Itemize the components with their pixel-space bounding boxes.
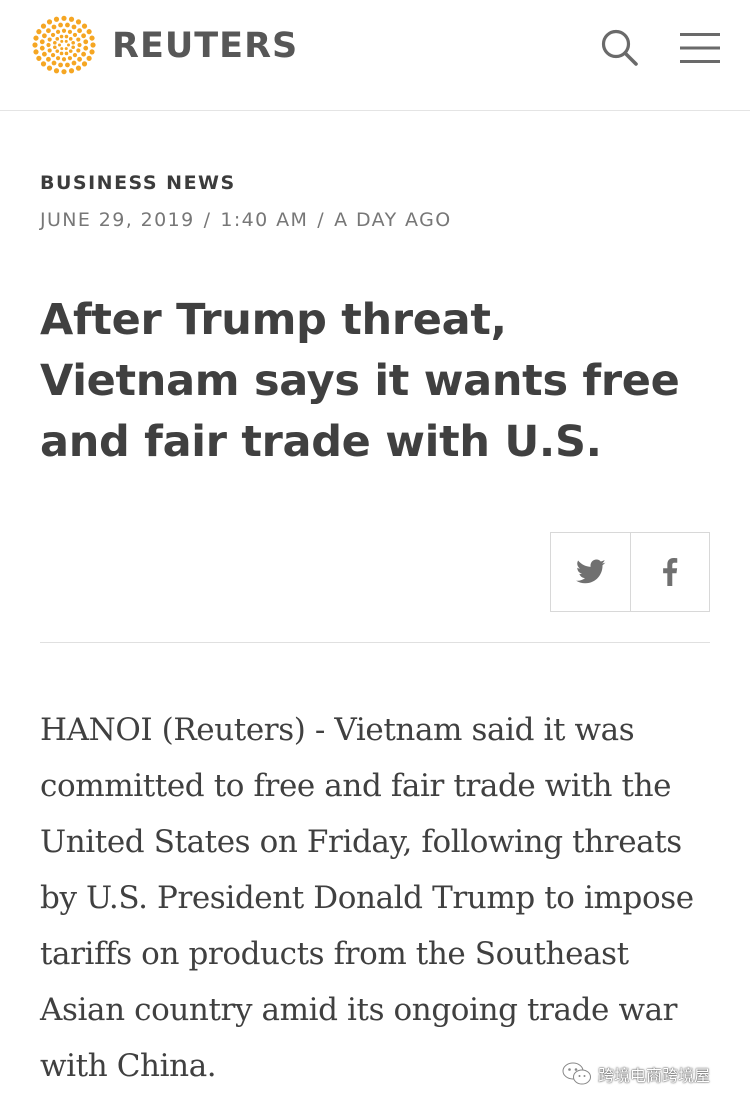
search-icon <box>601 29 638 66</box>
facebook-icon <box>663 558 678 586</box>
twitter-icon <box>575 559 605 584</box>
site-header: REUTERS <box>0 0 750 111</box>
reuters-dots-logo-icon <box>32 15 96 75</box>
section-label[interactable]: BUSINESS NEWS <box>40 172 236 194</box>
publish-time: 1:40 AM <box>220 209 309 231</box>
dateline-separator: / <box>203 209 212 231</box>
share-facebook-button[interactable] <box>630 533 709 611</box>
share-twitter-button[interactable] <box>551 533 630 611</box>
brand-name: REUTERS <box>112 26 299 66</box>
watermark-text: 跨境电商跨境屋 <box>598 1066 711 1085</box>
watermark: 跨境电商跨境屋 <box>562 1062 710 1086</box>
menu-button[interactable] <box>674 22 726 74</box>
content-divider <box>40 642 710 643</box>
reuters-logo[interactable]: REUTERS <box>28 13 298 77</box>
wechat-icon <box>562 1062 591 1085</box>
article-dateline: JUNE 29, 2019 / 1:40 AM / A DAY AGO <box>40 209 452 231</box>
search-button[interactable] <box>594 22 646 74</box>
article-headline: After Trump threat, Vietnam says it want… <box>40 295 680 467</box>
dateline-separator: / <box>317 209 326 231</box>
publish-date: JUNE 29, 2019 <box>40 209 195 231</box>
relative-time: A DAY AGO <box>334 209 452 231</box>
hamburger-menu-icon <box>680 33 720 63</box>
article-body: HANOI (Reuters) - Vietnam said it was co… <box>40 712 694 1084</box>
share-buttons <box>550 532 710 612</box>
